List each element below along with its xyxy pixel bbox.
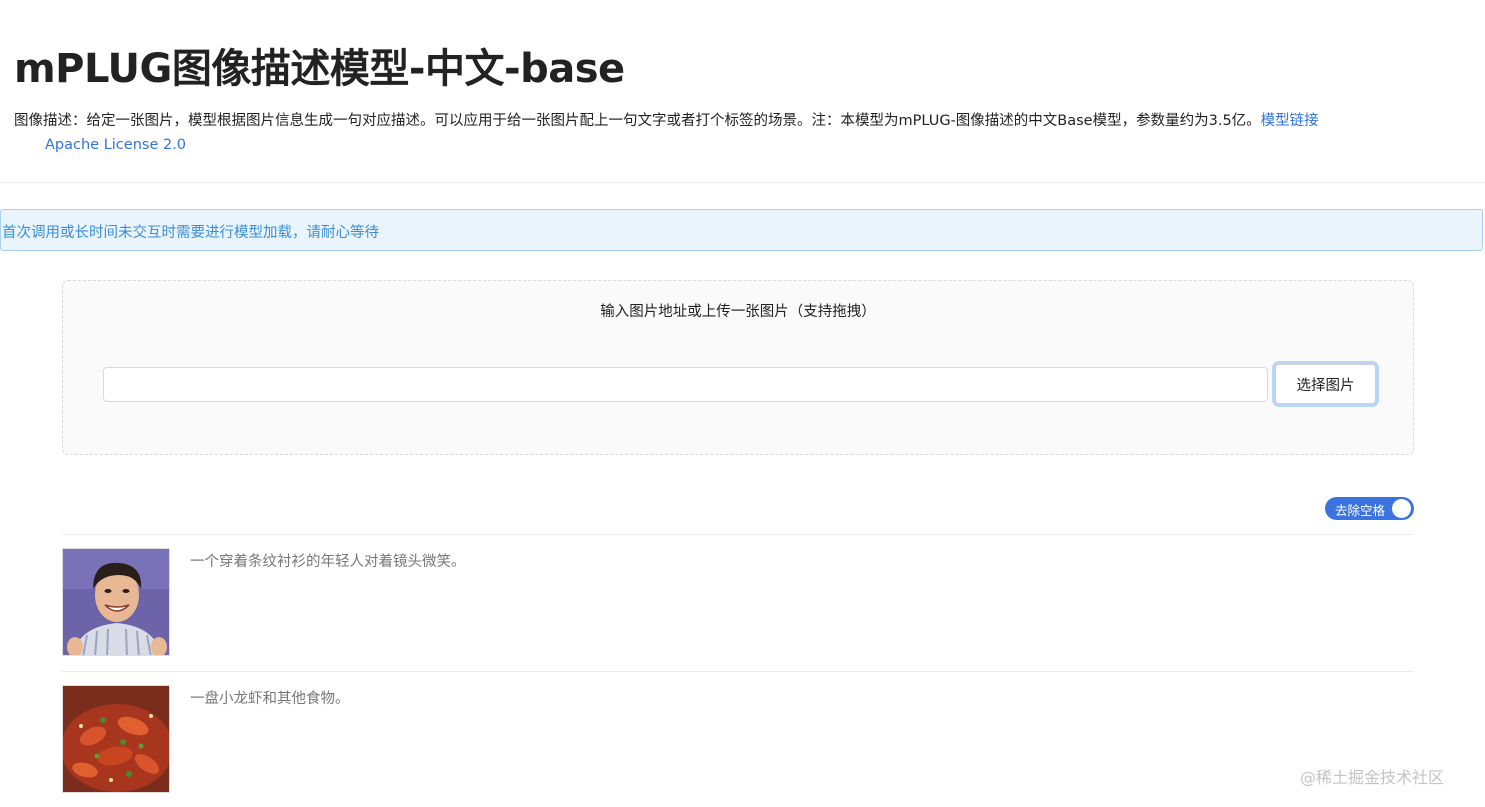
result-item: 一盘小龙虾和其他食物。 — [62, 685, 1414, 795]
result-thumbnail[interactable] — [62, 685, 170, 793]
page: mPLUG图像描述模型-中文-base 图像描述：给定一张图片，模型根据图片信息… — [0, 0, 1485, 807]
header-divider — [0, 182, 1485, 183]
model-link[interactable]: 模型链接 — [1261, 113, 1319, 129]
license-link[interactable]: Apache License 2.0 — [45, 133, 1434, 157]
results-divider — [62, 671, 1414, 672]
watermark: @稀土掘金技术社区 — [1300, 768, 1445, 787]
upload-hint: 输入图片地址或上传一张图片（支持拖拽） — [600, 304, 876, 320]
result-thumbnail[interactable] — [62, 548, 170, 656]
toggle-knob — [1392, 499, 1411, 518]
image-url-input[interactable] — [103, 367, 1268, 402]
crayfish-dish-photo-icon — [63, 686, 169, 792]
remove-spaces-toggle[interactable]: 去除空格 — [1325, 497, 1414, 520]
loading-notice: 首次调用或长时间未交互时需要进行模型加载，请耐心等待 — [0, 209, 1483, 251]
remove-spaces-label: 去除空格 — [1335, 503, 1386, 518]
young-man-photo-icon — [63, 549, 169, 655]
result-item: 一个穿着条纹衬衫的年轻人对着镜头微笑。 — [62, 548, 1414, 658]
upload-dropzone[interactable]: 输入图片地址或上传一张图片（支持拖拽） 选择图片 — [62, 280, 1414, 455]
result-caption: 一个穿着条纹衬衫的年轻人对着镜头微笑。 — [190, 554, 466, 570]
choose-image-button[interactable]: 选择图片 — [1275, 364, 1376, 404]
result-caption: 一盘小龙虾和其他食物。 — [190, 691, 350, 707]
model-description: 图像描述：给定一张图片，模型根据图片信息生成一句对应描述。可以应用于给一张图片配… — [14, 109, 1434, 157]
loading-notice-text: 首次调用或长时间未交互时需要进行模型加载，请耐心等待 — [2, 225, 379, 241]
description-text: 图像描述：给定一张图片，模型根据图片信息生成一句对应描述。可以应用于给一张图片配… — [14, 113, 1261, 129]
page-title: mPLUG图像描述模型-中文-base — [14, 46, 625, 92]
results-divider — [62, 534, 1414, 535]
